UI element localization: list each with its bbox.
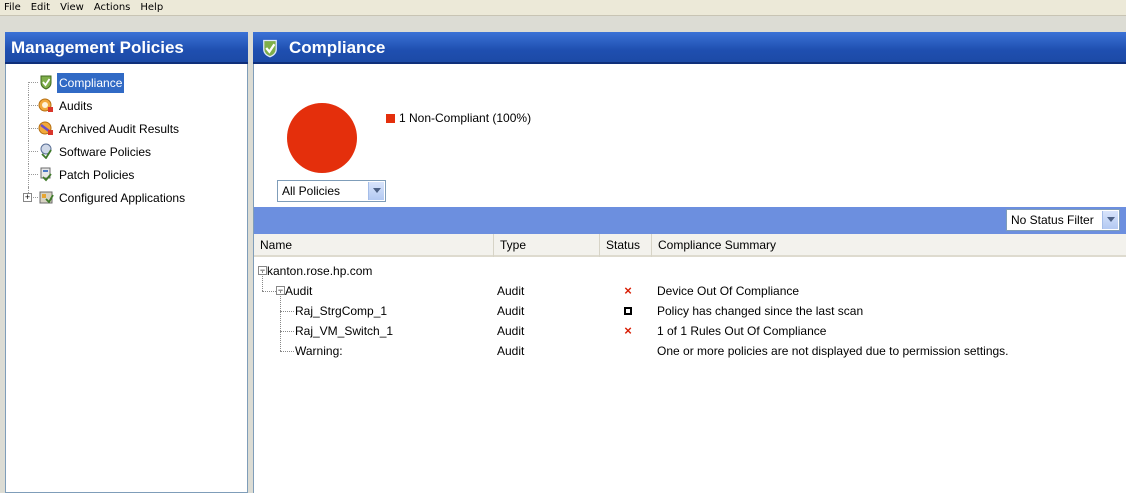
expand-icon[interactable]: + — [23, 193, 32, 202]
row-summary: Device Out Of Compliance — [657, 284, 800, 298]
tree-item-software-policies[interactable]: Software Policies — [12, 141, 244, 164]
tree-line — [28, 82, 38, 83]
tree-line — [28, 128, 38, 129]
tree-line — [280, 311, 294, 312]
error-icon: × — [624, 323, 632, 338]
tree-line — [280, 351, 294, 352]
tree-line — [280, 331, 281, 351]
chevron-down-icon[interactable] — [368, 182, 384, 200]
compliance-icon — [40, 75, 52, 90]
page-title: Compliance — [289, 38, 386, 57]
row-type: Audit — [497, 304, 525, 318]
policy-filter-dropdown[interactable]: All Policies — [277, 180, 386, 202]
tree-item-label: Archived Audit Results — [59, 122, 180, 136]
row-type: Audit — [497, 284, 525, 298]
menu-actions[interactable]: Actions — [89, 3, 136, 13]
row-name: kanton.rose.hp.com — [267, 264, 373, 278]
tree-item-patch-policies[interactable]: Patch Policies — [12, 164, 244, 187]
menu-edit[interactable]: Edit — [26, 3, 55, 13]
patch-policies-icon — [40, 167, 52, 182]
filter-bar — [254, 207, 1126, 234]
tree-line — [28, 105, 38, 106]
legend-swatch — [386, 114, 395, 123]
tree-item-archived-audit-results[interactable]: Archived Audit Results — [12, 118, 244, 141]
tree-item-label: Audits — [59, 99, 93, 113]
tree-line — [262, 291, 276, 292]
tree-line — [28, 118, 29, 141]
tree-item-compliance[interactable]: Compliance — [12, 72, 244, 95]
tree-line — [280, 331, 294, 332]
row-summary: Policy has changed since the last scan — [657, 304, 864, 318]
tree-item-label: Compliance — [57, 73, 125, 93]
column-header-name[interactable]: Name — [254, 234, 494, 257]
table-row[interactable]: − kanton.rose.hp.com — [254, 261, 1126, 281]
policy-filter-value: All Policies — [282, 184, 341, 198]
table-row[interactable]: − Audit Audit × Device Out Of Compliance — [254, 271, 1126, 301]
tree-item-label: Configured Applications — [59, 191, 186, 205]
tree-line — [28, 151, 38, 152]
menu-help[interactable]: Help — [135, 3, 168, 13]
menu-view[interactable]: View — [55, 3, 89, 13]
tree-item-audits[interactable]: Audits — [12, 95, 244, 118]
compliance-pie-chart — [287, 103, 357, 173]
error-icon: × — [624, 283, 632, 298]
status-filter-dropdown[interactable]: No Status Filter — [1006, 209, 1120, 231]
pie-slice-non-compliant — [287, 103, 357, 173]
row-name: Warning: — [295, 344, 343, 358]
audits-icon — [38, 98, 53, 112]
left-panel-title: Management Policies — [5, 32, 248, 64]
table-row[interactable]: Warning: Audit One or more policies are … — [254, 331, 1126, 361]
compliance-icon — [263, 39, 277, 58]
legend-label: 1 Non-Compliant (100%) — [399, 111, 532, 125]
row-summary: 1 of 1 Rules Out Of Compliance — [657, 324, 827, 338]
tree-line — [280, 291, 281, 311]
chevron-down-icon[interactable] — [1102, 211, 1118, 229]
column-header-compliance-summary[interactable]: Compliance Summary — [652, 234, 1126, 257]
tree-line — [28, 174, 38, 175]
row-type: Audit — [497, 324, 525, 338]
table-header: Name Type Status Compliance Summary — [254, 234, 1126, 257]
menu-file[interactable]: File — [0, 3, 26, 13]
software-policies-icon — [40, 143, 52, 159]
column-header-status[interactable]: Status — [600, 234, 652, 257]
tree-line — [280, 311, 281, 331]
navigation-tree: Compliance Audits Archived Audit Results… — [12, 72, 244, 210]
tree-line — [28, 164, 29, 187]
configured-applications-icon — [39, 191, 54, 204]
tree-item-label: Software Policies — [59, 145, 152, 159]
tree-line — [28, 82, 29, 95]
compliance-header: Compliance — [253, 32, 1126, 64]
chart-legend: 1 Non-Compliant (100%) — [386, 111, 531, 125]
archived-audit-icon — [38, 121, 53, 135]
tree-item-configured-applications[interactable]: + Configured Applications — [12, 187, 244, 210]
table-row[interactable]: Raj_VM_Switch_1 Audit × 1 of 1 Rules Out… — [254, 311, 1126, 341]
row-name: Raj_VM_Switch_1 — [295, 324, 394, 338]
tree-line — [28, 141, 29, 164]
row-name: Raj_StrgComp_1 — [295, 304, 388, 318]
menu-bar: File Edit View Actions Help — [0, 0, 1126, 16]
policy-changed-icon — [621, 301, 635, 321]
tree-line — [28, 95, 29, 118]
status-filter-value: No Status Filter — [1011, 213, 1094, 227]
tree-item-label: Patch Policies — [59, 168, 135, 182]
row-name: Audit — [285, 284, 313, 298]
row-type: Audit — [497, 344, 525, 358]
row-summary: One or more policies are not displayed d… — [657, 344, 1009, 358]
table-row[interactable]: Raj_StrgComp_1 Audit Policy has changed … — [254, 291, 1126, 321]
column-header-type[interactable]: Type — [494, 234, 600, 257]
tree-line — [262, 271, 263, 291]
